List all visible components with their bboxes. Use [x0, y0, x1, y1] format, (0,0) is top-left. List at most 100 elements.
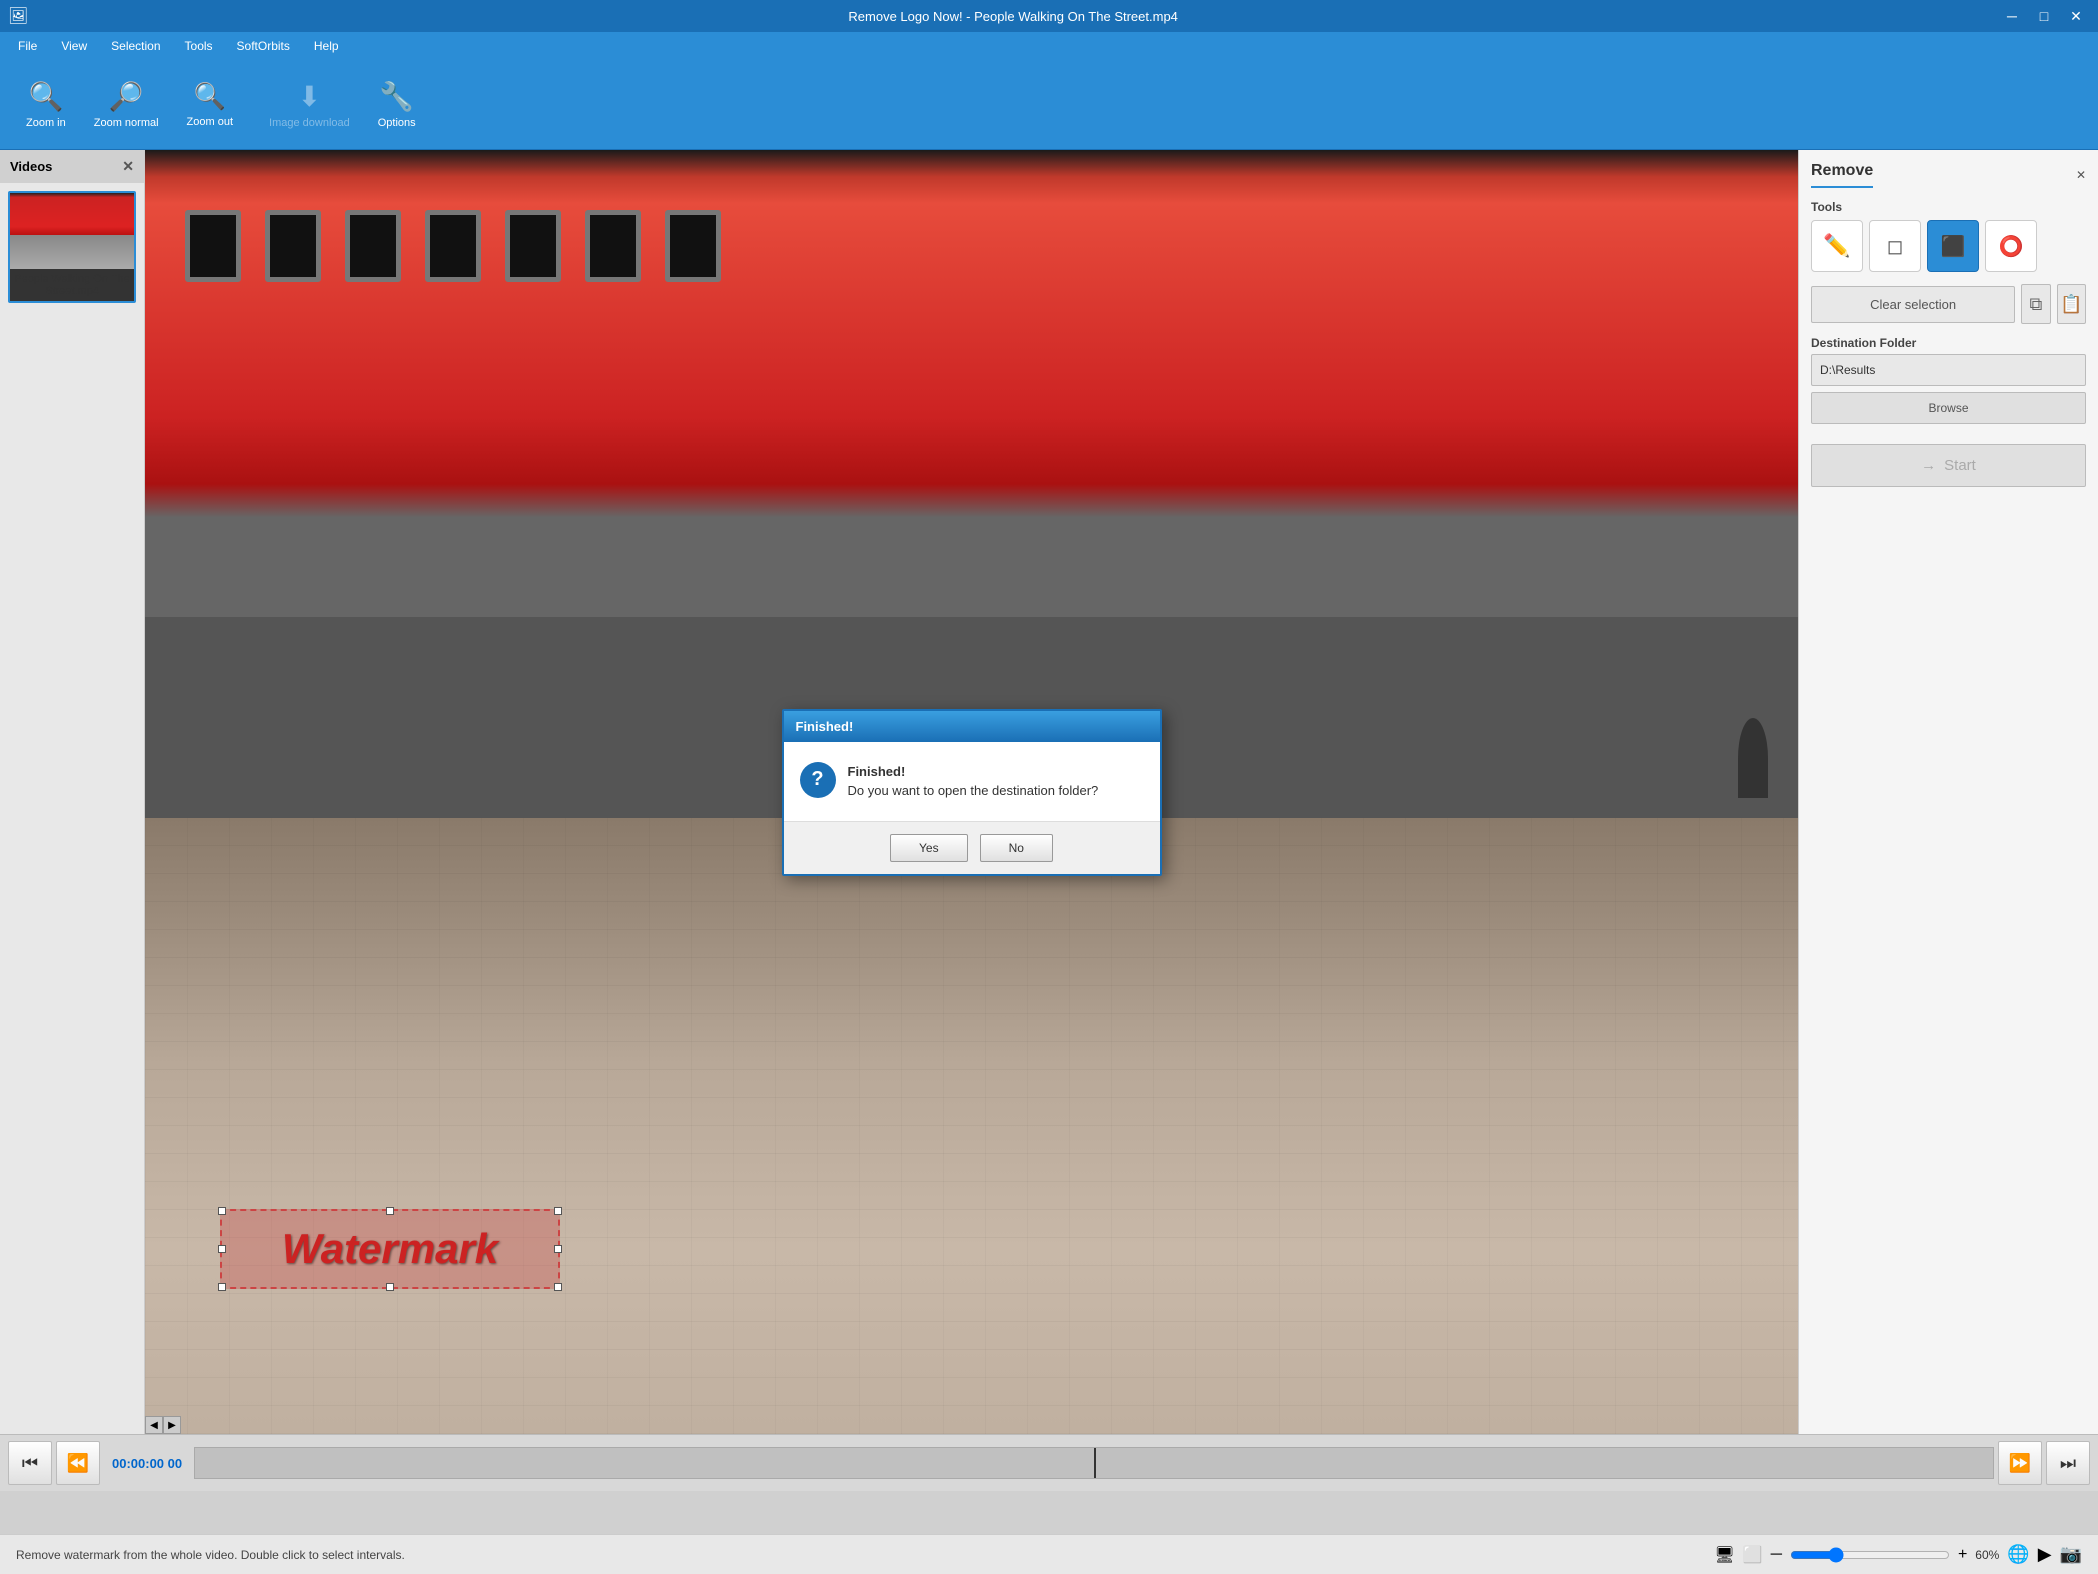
paste-selection-button[interactable]: 📋	[2057, 284, 2086, 324]
tools-section: Tools ✏️ ◻ ⬛ ⭕	[1811, 200, 2086, 272]
goto-end-icon: ⏭	[2060, 1453, 2076, 1474]
copy-icon: ⧉	[2030, 294, 2043, 315]
panel-close-button[interactable]: ✕	[2076, 168, 2086, 182]
tool-eraser[interactable]: ◻	[1869, 220, 1921, 272]
thumbnail-ground	[10, 235, 136, 269]
thumbnail-image	[10, 193, 136, 269]
sidebar-title: Videos	[10, 159, 52, 174]
timeline-controls: ⏮ ⏪ 00:00:00 00 ⏩ ⏭	[0, 1435, 2098, 1491]
transport-prev-frame[interactable]: ⏪	[56, 1441, 100, 1485]
menu-file[interactable]: File	[8, 35, 47, 57]
status-bar: Remove watermark from the whole video. D…	[0, 1534, 2098, 1574]
copy-selection-button[interactable]: ⧉	[2021, 284, 2050, 324]
minimize-button[interactable]: ─	[1998, 2, 2026, 30]
zoom-plus-button[interactable]: +	[1958, 1546, 1967, 1564]
options-button[interactable]: 🔧 Options	[368, 74, 426, 135]
canvas-area[interactable]: Watermark Finished! ? Finished! Do you w…	[145, 150, 1798, 1434]
sidebar-header: Videos ✕	[0, 150, 144, 183]
restore-button[interactable]: □	[2030, 2, 2058, 30]
transport-goto-start[interactable]: ⏮	[8, 1441, 52, 1485]
destination-folder-input[interactable]	[1811, 354, 2086, 386]
dialog-overlay: Finished! ? Finished! Do you want to ope…	[145, 150, 1798, 1434]
window-title: Remove Logo Now! - People Walking On The…	[28, 9, 1998, 24]
dialog-message: Finished! Do you want to open the destin…	[848, 762, 1099, 801]
menu-help[interactable]: Help	[304, 35, 349, 57]
panel-header: Remove ✕	[1811, 162, 2086, 188]
social-icon-web[interactable]: 🌐	[2007, 1544, 2029, 1565]
right-panel: Remove ✕ Tools ✏️ ◻ ⬛ ⭕ C	[1798, 150, 2098, 1434]
tool-rectangle[interactable]: ⬛	[1927, 220, 1979, 272]
timeline-track[interactable]	[194, 1447, 1994, 1479]
main-layout: Videos ✕ People Walking On The Street.mp…	[0, 150, 2098, 1434]
video-frame: Watermark Finished! ? Finished! Do you w…	[145, 150, 1798, 1434]
video-thumbnail-item[interactable]: People Walking On The Street.mp4	[8, 191, 136, 303]
zoom-normal-icon: 🔎	[109, 80, 144, 113]
zoom-controls: 🖥 ⬜ ─ + 60% 🌐 ▶ 📷	[1714, 1544, 2082, 1565]
next-frame-icon: ⏩	[2009, 1453, 2031, 1474]
timeline-area: ⏮ ⏪ 00:00:00 00 ⏩ ⏭	[0, 1434, 2098, 1534]
title-bar-left: 🖼	[8, 6, 28, 26]
status-message: Remove watermark from the whole video. D…	[16, 1548, 405, 1562]
sidebar-close-button[interactable]: ✕	[122, 158, 134, 175]
lasso-icon: ⭕	[1999, 234, 2024, 259]
zoom-in-icon: 🔍	[28, 80, 63, 113]
start-label: Start	[1944, 457, 1976, 474]
zoom-icon-screen: 🖥	[1714, 1545, 1734, 1565]
transport-next-frame[interactable]: ⏩	[1998, 1441, 2042, 1485]
app-icon: 🖼	[8, 6, 28, 26]
zoom-normal-button[interactable]: 🔎 Zoom normal	[84, 74, 169, 135]
social-icon-camera[interactable]: 📷	[2060, 1544, 2082, 1565]
zoom-slider[interactable]	[1790, 1547, 1950, 1563]
tool-lasso[interactable]: ⭕	[1985, 220, 2037, 272]
tools-row: ✏️ ◻ ⬛ ⭕	[1811, 220, 2086, 272]
image-download-button[interactable]: ⬇ Image download	[259, 74, 360, 135]
selection-controls-row: Clear selection ⧉ 📋	[1811, 284, 2086, 324]
selection-controls: Clear selection ⧉ 📋	[1811, 284, 2086, 324]
zoom-out-button[interactable]: 🔍 Zoom out	[177, 75, 243, 134]
sidebar: Videos ✕ People Walking On The Street.mp…	[0, 150, 145, 1434]
toolbar-zoom-group: 🔍 Zoom in 🔎 Zoom normal 🔍 Zoom out	[16, 74, 243, 135]
paste-icon: 📋	[2060, 294, 2082, 315]
image-download-icon: ⬇	[298, 80, 321, 113]
timecode-display: 00:00:00 00	[104, 1456, 190, 1471]
toolbar: 🔍 Zoom in 🔎 Zoom normal 🔍 Zoom out ⬇ Ima…	[0, 60, 2098, 150]
dialog-title-text: Finished!	[796, 719, 854, 734]
menu-tools[interactable]: Tools	[175, 35, 223, 57]
zoom-in-button[interactable]: 🔍 Zoom in	[16, 74, 76, 135]
toolbar-actions-group: ⬇ Image download 🔧 Options	[259, 74, 426, 135]
dialog-footer: Yes No	[784, 821, 1160, 874]
start-button[interactable]: → Start	[1811, 444, 2086, 487]
thumbnail-train	[10, 193, 136, 235]
tool-pencil[interactable]: ✏️	[1811, 220, 1863, 272]
timeline-cursor	[1094, 1448, 1096, 1478]
dialog-body: ? Finished! Do you want to open the dest…	[784, 742, 1160, 821]
browse-button[interactable]: Browse	[1811, 392, 2086, 424]
tools-label: Tools	[1811, 200, 2086, 214]
zoom-out-icon: 🔍	[194, 81, 226, 112]
panel-title: Remove	[1811, 162, 1873, 188]
dialog-no-button[interactable]: No	[980, 834, 1053, 862]
clear-selection-button[interactable]: Clear selection	[1811, 286, 2015, 323]
title-bar: 🖼 Remove Logo Now! - People Walking On T…	[0, 0, 2098, 32]
menu-softorbits[interactable]: SoftOrbits	[227, 35, 300, 57]
title-bar-controls: ─ □ ✕	[1998, 2, 2090, 30]
zoom-minus-button[interactable]: ─	[1771, 1546, 1782, 1564]
transport-goto-end[interactable]: ⏭	[2046, 1441, 2090, 1485]
zoom-value-display: 60%	[1975, 1548, 1999, 1562]
pencil-icon: ✏️	[1823, 233, 1850, 259]
options-icon: 🔧	[379, 80, 414, 113]
menu-selection[interactable]: Selection	[101, 35, 170, 57]
menu-view[interactable]: View	[51, 35, 97, 57]
goto-start-icon: ⏮	[22, 1453, 38, 1474]
destination-folder-section: Destination Folder Browse	[1811, 336, 2086, 424]
dialog-titlebar: Finished!	[784, 711, 1160, 742]
social-icon-play[interactable]: ▶	[2038, 1544, 2052, 1565]
close-button[interactable]: ✕	[2062, 2, 2090, 30]
eraser-icon: ◻	[1887, 234, 1904, 259]
finished-dialog: Finished! ? Finished! Do you want to ope…	[782, 709, 1162, 876]
dialog-yes-button[interactable]: Yes	[890, 834, 968, 862]
rectangle-icon: ⬛	[1941, 234, 1966, 259]
dialog-question-icon: ?	[800, 762, 836, 798]
start-arrow-icon: →	[1921, 457, 1936, 474]
video-name-label: People Walking On The Street.mp4	[10, 269, 134, 301]
